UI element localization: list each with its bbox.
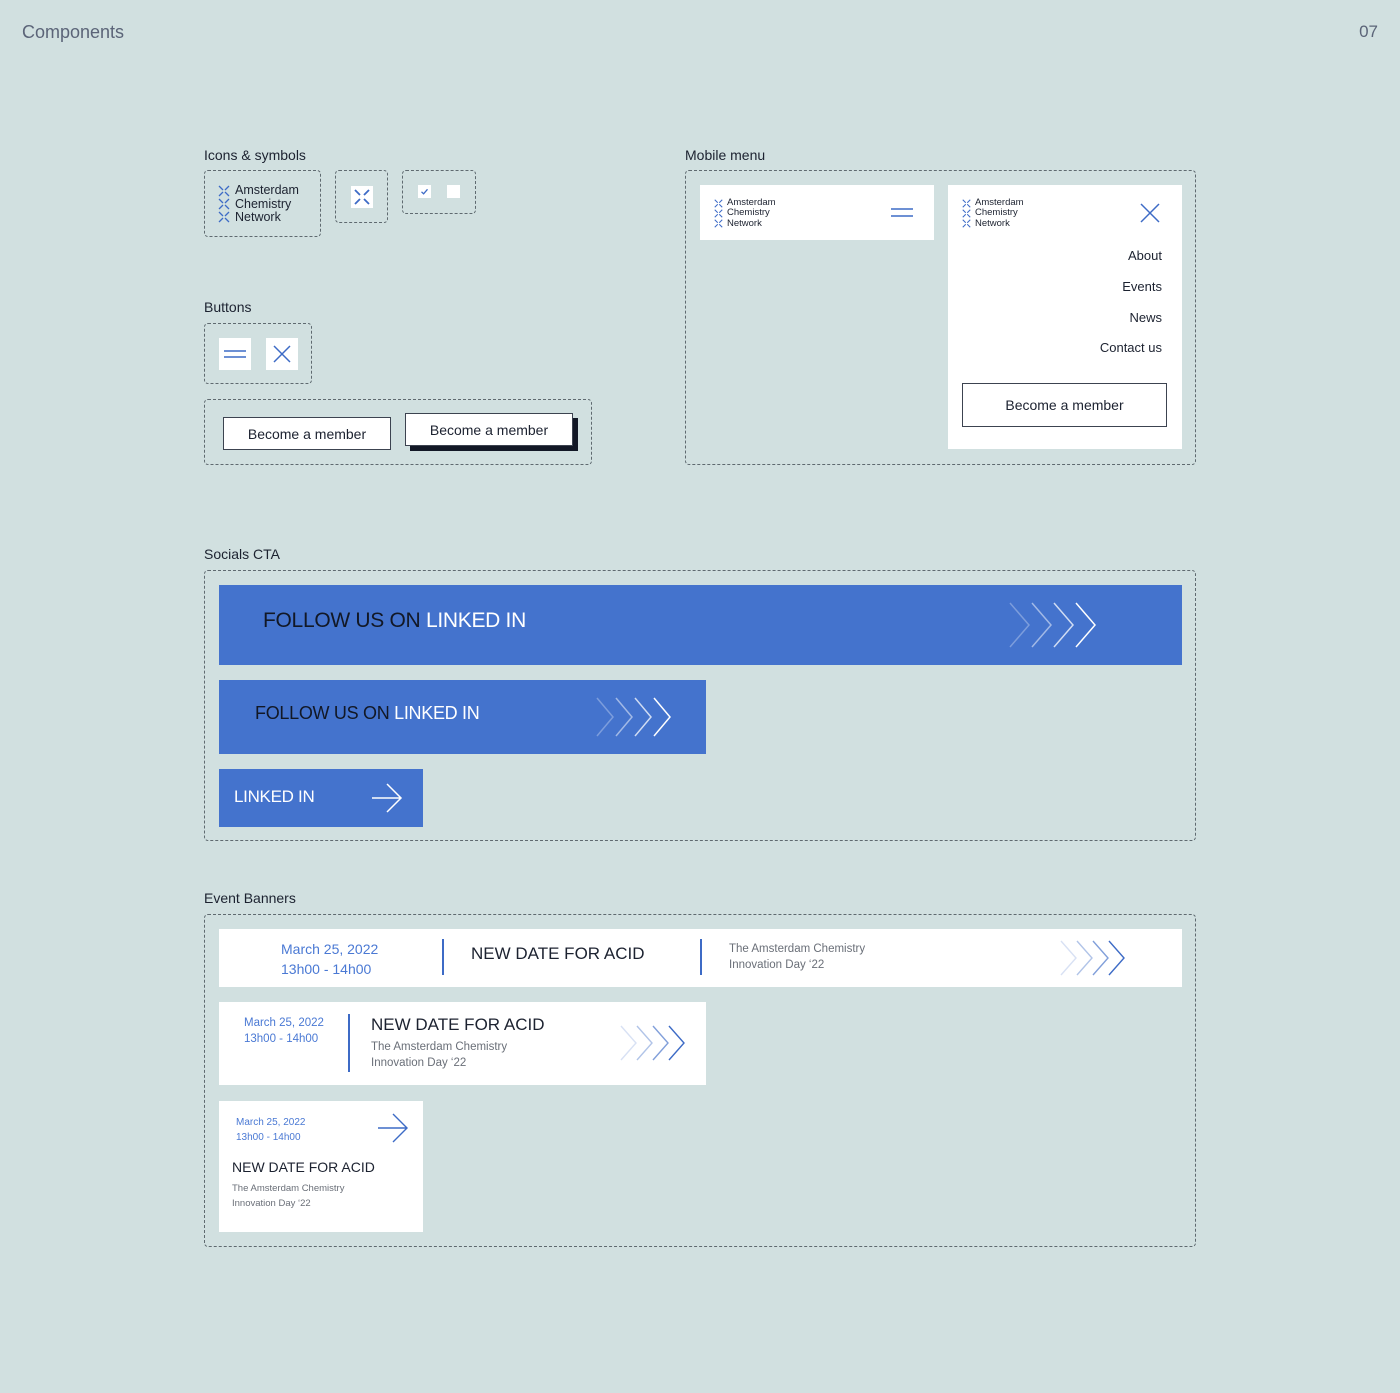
event-date: March 25, 2022 xyxy=(244,1017,324,1029)
menu-become-member-button[interactable]: Become a member xyxy=(962,383,1167,427)
mobile-nav-open: Amsterdam Chemistry Network About Events… xyxy=(948,185,1182,449)
linkedin-cta-medium[interactable]: FOLLOW US ON LINKED IN xyxy=(219,680,706,754)
arrow-right-icon xyxy=(372,783,403,813)
logo-mark-icon xyxy=(218,185,230,197)
logo: Amsterdam Chemistry Network xyxy=(218,183,299,225)
menu-close-button[interactable] xyxy=(1138,201,1162,225)
logo-mark-icon xyxy=(714,199,723,208)
event-title: NEW DATE FOR ACID xyxy=(371,1015,545,1034)
checkmark-icon xyxy=(421,188,428,195)
icon-buttons-frame xyxy=(204,323,312,384)
logo-text-line3: Network xyxy=(975,217,1010,229)
chevrons-forward-icon xyxy=(1060,940,1125,976)
cta-network: LINKED IN xyxy=(394,703,480,723)
section-label-icons: Icons & symbols xyxy=(204,147,306,163)
menu-item-about[interactable]: About xyxy=(1128,248,1162,263)
event-subtitle: The Amsterdam Chemistry Innovation Day ‘… xyxy=(729,941,865,973)
event-title: NEW DATE FOR ACID xyxy=(471,944,645,963)
event-title: NEW DATE FOR ACID xyxy=(232,1159,375,1175)
menu-item-events[interactable]: Events xyxy=(1122,279,1162,294)
logo-mark-icon xyxy=(714,209,723,218)
logo-text-line1: Amsterdam xyxy=(235,183,299,197)
x-mark-logo-icon xyxy=(354,189,370,205)
event-banner-small[interactable]: March 25, 2022 13h00 - 14h00 NEW DATE FO… xyxy=(219,1101,423,1232)
logo: Amsterdam Chemistry Network xyxy=(714,197,776,229)
logo: Amsterdam Chemistry Network xyxy=(962,197,1024,229)
chevrons-forward-icon xyxy=(620,1025,685,1061)
logo-frame: Amsterdam Chemistry Network xyxy=(204,170,321,237)
section-label-buttons: Buttons xyxy=(204,299,252,315)
linkedin-cta-small[interactable]: LINKED IN xyxy=(219,769,423,827)
page-title: Components xyxy=(22,22,125,42)
member-buttons-frame: Become a member Become a member xyxy=(204,399,592,465)
event-subtitle: The Amsterdam Chemistry Innovation Day ‘… xyxy=(232,1182,344,1211)
page-number: 07 xyxy=(1359,22,1378,41)
cta-text: FOLLOW US ON LINKED IN xyxy=(255,703,480,724)
section-label-mobile-menu: Mobile menu xyxy=(685,147,766,163)
become-member-button[interactable]: Become a member xyxy=(223,417,391,450)
cta-text: FOLLOW US ON LINKED IN xyxy=(263,609,526,633)
logo-mark-icon xyxy=(218,211,230,223)
divider xyxy=(700,939,702,975)
event-subtitle: The Amsterdam Chemistry Innovation Day ‘… xyxy=(371,1039,507,1071)
linkedin-cta-large[interactable]: FOLLOW US ON LINKED IN xyxy=(219,585,1182,665)
event-time: 13h00 - 14h00 xyxy=(244,1033,319,1045)
close-button[interactable] xyxy=(266,338,298,370)
mobile-nav-closed: Amsterdam Chemistry Network xyxy=(700,185,934,240)
close-icon xyxy=(273,345,291,363)
cta-network: LINKED IN xyxy=(234,787,315,806)
event-subtitle-line2: Innovation Day ‘22 xyxy=(371,1057,467,1069)
menu-item-contact[interactable]: Contact us xyxy=(1100,340,1162,355)
menu-item-news[interactable]: News xyxy=(1129,310,1162,325)
section-label-socials: Socials CTA xyxy=(204,546,280,562)
x-symbol-tile xyxy=(351,186,373,208)
event-date: March 25, 2022 xyxy=(281,941,379,957)
logo-mark-icon xyxy=(218,198,230,210)
event-datetime: March 25, 2022 13h00 - 14h00 xyxy=(244,1015,324,1047)
divider xyxy=(442,939,444,975)
event-datetime: March 25, 2022 13h00 - 14h00 xyxy=(236,1115,306,1145)
event-date: March 25, 2022 xyxy=(236,1117,306,1128)
event-subtitle-line2: Innovation Day ‘22 xyxy=(232,1197,311,1209)
arrow-right-icon xyxy=(378,1113,408,1143)
become-member-button-hover[interactable]: Become a member xyxy=(405,413,573,446)
event-subtitle-line1: The Amsterdam Chemistry xyxy=(729,943,866,955)
menu-open-button[interactable] xyxy=(888,201,916,223)
close-icon xyxy=(1140,203,1160,223)
checkbox-frame xyxy=(402,170,476,214)
events-frame: March 25, 2022 13h00 - 14h00 NEW DATE FO… xyxy=(204,914,1196,1247)
checkbox-unchecked[interactable] xyxy=(447,185,460,198)
logo-mark-icon xyxy=(962,199,971,208)
hamburger-button[interactable] xyxy=(219,338,251,370)
chevrons-forward-icon xyxy=(1009,602,1096,648)
event-subtitle-line1: The Amsterdam Chemistry xyxy=(232,1183,345,1194)
cta-prefix: FOLLOW US ON xyxy=(263,609,421,632)
logo-mark-icon xyxy=(714,219,723,228)
logo-text-line3: Network xyxy=(727,217,762,229)
checkbox-checked[interactable] xyxy=(418,185,431,198)
mobile-menu-frame: Amsterdam Chemistry Network Amsterdam Ch… xyxy=(685,170,1196,465)
event-datetime: March 25, 2022 13h00 - 14h00 xyxy=(281,939,378,979)
logo-mark-icon xyxy=(962,209,971,218)
event-banner-large[interactable]: March 25, 2022 13h00 - 14h00 NEW DATE FO… xyxy=(219,929,1182,987)
event-subtitle-line1: The Amsterdam Chemistry xyxy=(371,1041,508,1053)
cta-network: LINKED IN xyxy=(425,609,526,632)
hamburger-icon xyxy=(891,208,913,217)
symbol-frame xyxy=(335,170,388,223)
logo-text-line2: Chemistry xyxy=(235,196,292,211)
cta-prefix: FOLLOW US ON xyxy=(255,703,390,723)
divider xyxy=(348,1014,350,1072)
logo-text-line3: Network xyxy=(235,210,281,224)
event-banner-medium[interactable]: March 25, 2022 13h00 - 14h00 NEW DATE FO… xyxy=(219,1002,706,1085)
section-label-events: Event Banners xyxy=(204,890,296,906)
event-time: 13h00 - 14h00 xyxy=(236,1132,301,1143)
hamburger-icon xyxy=(224,350,246,358)
socials-frame: FOLLOW US ON LINKED IN FOLLOW US ON LINK… xyxy=(204,570,1196,841)
logo-mark-icon xyxy=(962,219,971,228)
chevrons-forward-icon xyxy=(596,697,671,737)
event-subtitle-line2: Innovation Day ‘22 xyxy=(729,959,825,971)
event-time: 13h00 - 14h00 xyxy=(281,961,372,977)
